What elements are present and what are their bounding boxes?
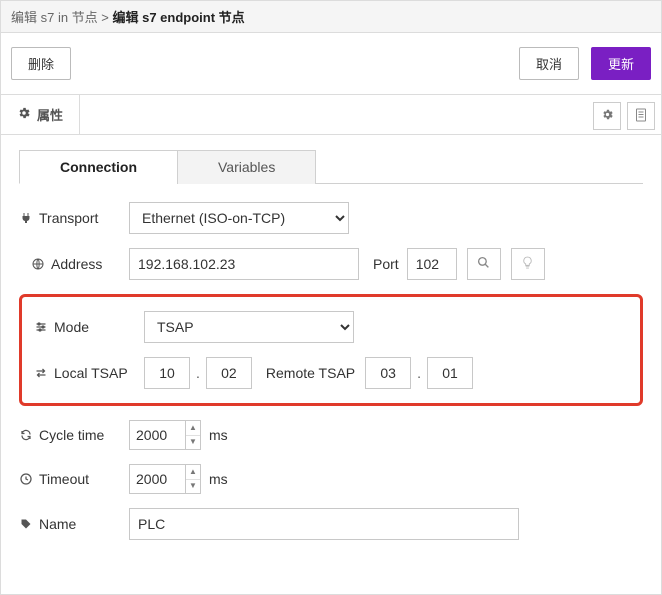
label-cycle-time: Cycle time	[19, 427, 129, 443]
label-address: Address	[19, 256, 129, 272]
label-remote-tsap: Remote TSAP	[266, 365, 355, 381]
stepper-down[interactable]: ▼	[186, 436, 200, 450]
document-icon	[635, 108, 647, 125]
refresh-icon	[19, 429, 33, 441]
clock-icon	[19, 473, 33, 485]
update-button[interactable]: 更新	[591, 47, 651, 80]
local-tsap-a-input[interactable]	[144, 357, 190, 389]
label-text: Transport	[39, 210, 98, 226]
swap-icon	[34, 367, 48, 379]
tab-tools	[581, 98, 661, 134]
label-text: Mode	[54, 319, 89, 335]
remote-tsap-a-input[interactable]	[365, 357, 411, 389]
label-mode: Mode	[34, 319, 144, 335]
label-text: Timeout	[39, 471, 89, 487]
label-text: Address	[51, 256, 102, 272]
inner-tab-strip: Connection Variables	[19, 149, 643, 184]
tab-properties[interactable]: 属性	[1, 95, 80, 134]
bulb-button[interactable]	[511, 248, 545, 280]
label-name: Name	[19, 516, 129, 532]
stepper-up[interactable]: ▲	[186, 465, 200, 480]
dot-separator: .	[196, 365, 200, 381]
tag-icon	[19, 518, 33, 530]
port-input[interactable]	[407, 248, 457, 280]
row-timeout: Timeout ▲ ▼ ms	[19, 464, 643, 494]
stepper-up[interactable]: ▲	[186, 421, 200, 436]
label-text: Local TSAP	[54, 365, 128, 381]
row-cycle-time: Cycle time ▲ ▼ ms	[19, 420, 643, 450]
top-tab-strip: 属性	[0, 95, 662, 135]
name-input[interactable]	[129, 508, 519, 540]
breadcrumb: 编辑 s7 in 节点 > 编辑 s7 endpoint 节点	[0, 0, 662, 33]
plug-icon	[19, 212, 33, 224]
transport-select[interactable]: Ethernet (ISO-on-TCP)	[129, 202, 349, 234]
gear-icon	[601, 108, 614, 124]
sliders-icon	[34, 321, 48, 333]
timeout-stepper[interactable]: ▲ ▼	[129, 464, 201, 494]
bulb-icon	[522, 256, 533, 273]
local-tsap-b-input[interactable]	[206, 357, 252, 389]
timeout-unit: ms	[209, 471, 228, 487]
dot-separator: .	[417, 365, 421, 381]
action-bar: 删除 取消 更新	[0, 33, 662, 95]
label-text: Cycle time	[39, 427, 104, 443]
label-text: Name	[39, 516, 76, 532]
gear-icon	[17, 106, 31, 123]
tab-connection[interactable]: Connection	[19, 150, 178, 184]
stepper-down[interactable]: ▼	[186, 480, 200, 494]
globe-icon	[31, 258, 45, 270]
breadcrumb-parent[interactable]: 编辑 s7 in 节点 >	[11, 10, 113, 25]
label-port: Port	[373, 256, 399, 272]
row-tsap: Local TSAP . Remote TSAP .	[34, 357, 628, 389]
row-mode: Mode TSAP	[34, 311, 628, 343]
search-button[interactable]	[467, 248, 501, 280]
label-local-tsap: Local TSAP	[34, 365, 144, 381]
address-input[interactable]	[129, 248, 359, 280]
label-transport: Transport	[19, 210, 129, 226]
remote-tsap-b-input[interactable]	[427, 357, 473, 389]
breadcrumb-current: 编辑 s7 endpoint 节点	[113, 10, 245, 25]
label-timeout: Timeout	[19, 471, 129, 487]
highlight-box: Mode TSAP Local TSAP . Remote TSAP .	[19, 294, 643, 406]
row-transport: Transport Ethernet (ISO-on-TCP)	[19, 202, 643, 234]
doc-button[interactable]	[627, 102, 655, 130]
tab-variables[interactable]: Variables	[177, 150, 316, 184]
cycle-time-input[interactable]	[129, 420, 185, 450]
cancel-button[interactable]: 取消	[519, 47, 579, 80]
mode-select[interactable]: TSAP	[144, 311, 354, 343]
tab-properties-label: 属性	[37, 105, 63, 124]
search-icon	[477, 256, 490, 272]
timeout-input[interactable]	[129, 464, 185, 494]
row-address: Address Port	[19, 248, 643, 280]
settings-button[interactable]	[593, 102, 621, 130]
edit-panel: Connection Variables Transport Ethernet …	[0, 135, 662, 595]
cycle-time-stepper[interactable]: ▲ ▼	[129, 420, 201, 450]
cycle-unit: ms	[209, 427, 228, 443]
delete-button[interactable]: 删除	[11, 47, 71, 80]
row-name: Name	[19, 508, 643, 540]
